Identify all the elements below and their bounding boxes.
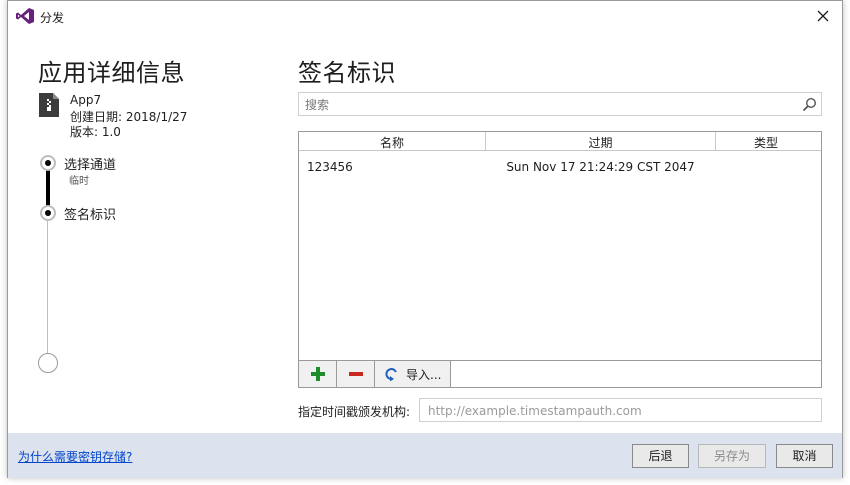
cell-name: 123456 [307,160,353,174]
cancel-button[interactable]: 取消 [776,444,833,468]
app-name: App7 [70,93,102,107]
distribution-dialog: 分发 应用详细信息 App7 创建日期: 2018/1/27 版本: 1.0 选… [7,0,843,478]
title-bar: 分发 [8,1,842,31]
minus-icon [349,372,363,376]
timestamp-authority-box [419,398,822,422]
import-icon [385,368,397,381]
app-version: 版本: 1.0 [70,125,121,139]
step-node-channel [40,155,56,171]
search-box [298,92,822,116]
step-sublabel-channel: 临时 [69,176,89,187]
timestamp-authority-label: 指定时间戳颁发机构: [298,405,411,419]
close-icon [817,10,829,22]
signing-identity-table: 名称 过期 类型 123456 Sun Nov 17 21:24:29 CST … [298,131,822,388]
remove-identity-button[interactable] [337,361,375,387]
column-header-expiry[interactable]: 过期 [486,134,715,151]
import-label: 导入... [406,368,442,382]
add-identity-button[interactable] [299,361,337,387]
table-toolbar: 导入... [299,360,821,387]
visual-studio-logo-icon [16,8,34,24]
step-node-signing [40,205,56,221]
table-row[interactable]: 123456 Sun Nov 17 21:24:29 CST 2047 [299,157,821,177]
cell-expiry: Sun Nov 17 21:24:29 CST 2047 [506,160,695,174]
column-header-type[interactable]: 类型 [716,134,816,151]
dialog-footer: 为什么需要密钥存储? 后退 另存为 取消 [8,433,842,478]
save-as-button[interactable]: 另存为 [698,444,766,468]
search-icon[interactable] [802,97,817,112]
column-header-name[interactable]: 名称 [299,134,485,151]
timestamp-authority-input[interactable] [426,400,820,422]
app-details-heading: 应用详细信息 [38,59,185,87]
signing-identity-heading: 签名标识 [298,59,396,87]
step-label-signing[interactable]: 签名标识 [64,204,116,223]
import-button[interactable]: 导入... [375,361,451,387]
plus-icon [311,367,325,381]
step-node-pending [38,353,58,373]
window-title: 分发 [40,11,65,25]
close-button[interactable] [812,5,834,27]
zip-file-icon [39,93,59,117]
search-input[interactable] [303,94,787,116]
back-button[interactable]: 后退 [632,444,689,468]
table-header: 名称 过期 类型 [299,132,821,151]
step-label-channel[interactable]: 选择通道 [64,154,116,173]
keystore-help-link[interactable]: 为什么需要密钥存储? [18,448,132,465]
